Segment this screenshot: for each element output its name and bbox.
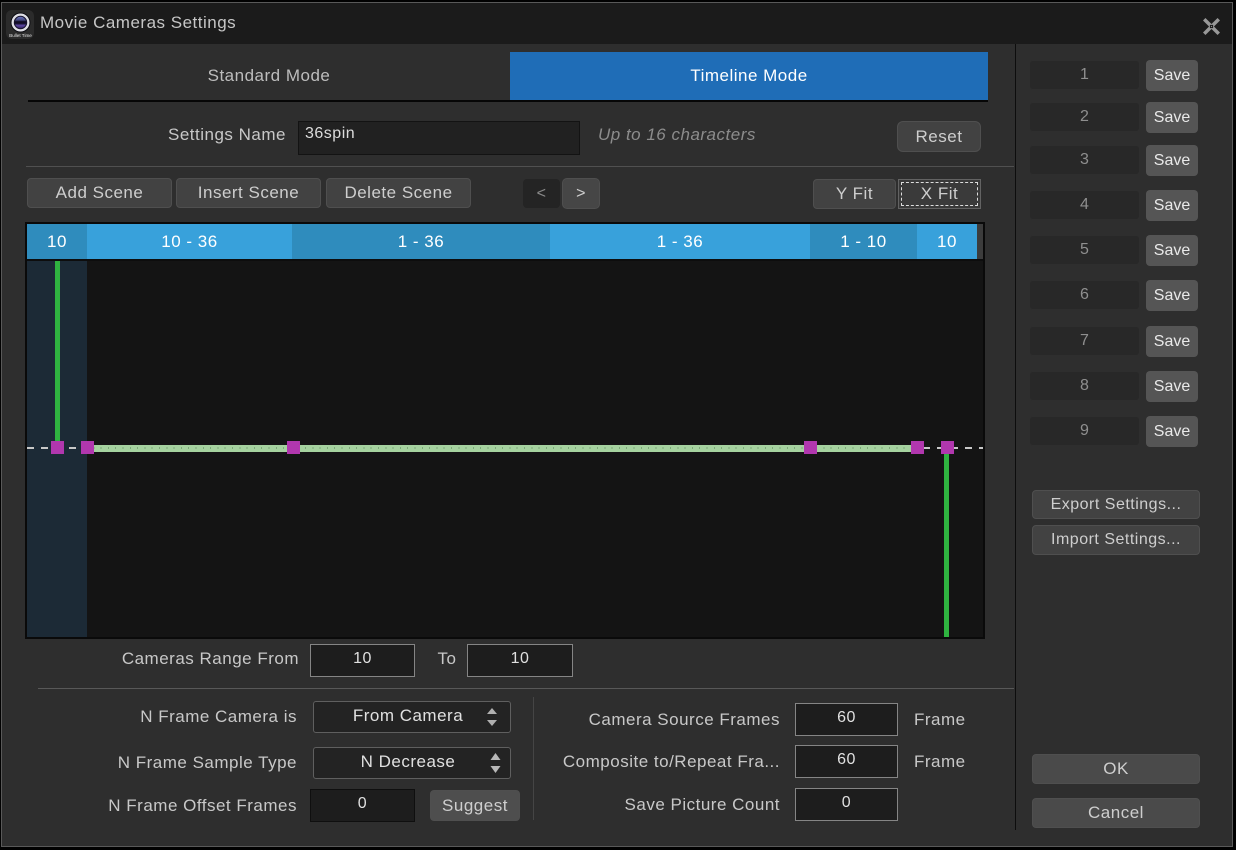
svg-text:Bullet Time: Bullet Time [9, 33, 32, 38]
